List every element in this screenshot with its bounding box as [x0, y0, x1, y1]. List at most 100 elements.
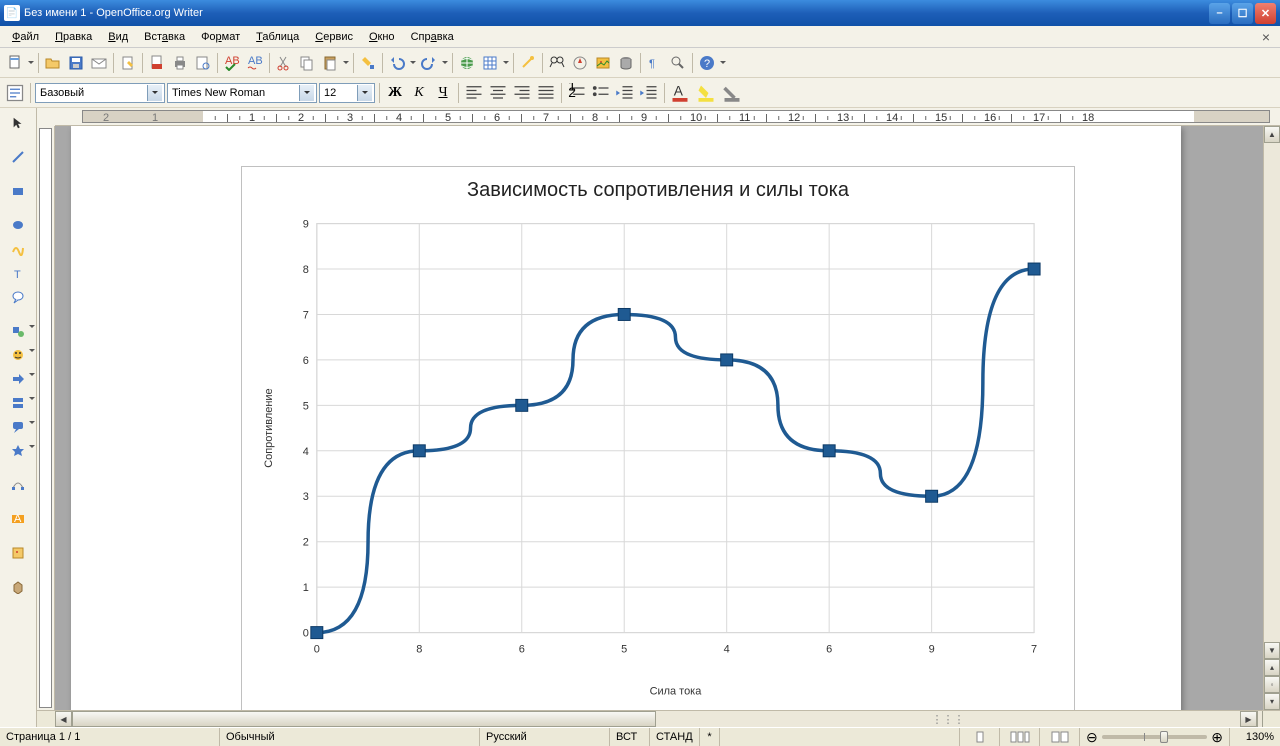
zoom-icon[interactable] — [667, 52, 689, 74]
open-icon[interactable] — [42, 52, 64, 74]
increase-indent-icon[interactable] — [638, 82, 660, 104]
redo-dropdown[interactable] — [441, 58, 449, 67]
extrusion-tool[interactable] — [7, 576, 29, 598]
stars-tool[interactable] — [7, 440, 29, 462]
print-icon[interactable] — [169, 52, 191, 74]
scroll-up-button[interactable]: ▲ — [1264, 126, 1280, 143]
spellcheck-icon[interactable]: ABC — [221, 52, 243, 74]
document-view[interactable]: Зависимость сопротивления и силы тока 01… — [55, 126, 1263, 710]
redo-icon[interactable] — [418, 52, 440, 74]
close-button[interactable]: ✕ — [1255, 3, 1276, 24]
copy-icon[interactable] — [296, 52, 318, 74]
new-dropdown[interactable] — [27, 58, 35, 67]
chart-object[interactable]: Зависимость сопротивления и силы тока 01… — [241, 166, 1075, 710]
maximize-button[interactable]: ☐ — [1232, 3, 1253, 24]
basic-shapes-tool[interactable] — [7, 320, 29, 342]
view-layout-multi[interactable] — [1000, 728, 1040, 746]
table-icon[interactable] — [479, 52, 501, 74]
format-paintbrush-icon[interactable] — [357, 52, 379, 74]
numbered-list-icon[interactable]: 12 — [566, 82, 588, 104]
show-draw-functions-icon[interactable] — [517, 52, 539, 74]
status-insert-mode[interactable]: ВСТ — [610, 728, 650, 746]
text-tool[interactable]: T — [7, 262, 29, 284]
menu-help[interactable]: Справка — [403, 29, 462, 45]
from-file-tool[interactable] — [7, 542, 29, 564]
callout-tool[interactable] — [7, 286, 29, 308]
paste-dropdown[interactable] — [342, 58, 350, 67]
nonprinting-chars-icon[interactable]: ¶ — [644, 52, 666, 74]
status-page[interactable]: Страница 1 / 1 — [0, 728, 220, 746]
nav-prev-page[interactable]: ▴ — [1264, 659, 1280, 676]
menu-tools[interactable]: Сервис — [307, 29, 361, 45]
scroll-right-button[interactable]: ▶ — [1240, 711, 1257, 727]
undo-icon[interactable] — [386, 52, 408, 74]
vertical-scrollbar[interactable]: ▲ ▼ ▴ ◦ ▾ — [1263, 126, 1280, 710]
menu-insert[interactable]: Вставка — [136, 29, 193, 45]
nav-next-page[interactable]: ▾ — [1264, 693, 1280, 710]
close-document-button[interactable]: × — [1256, 29, 1276, 45]
italic-button[interactable]: К — [408, 82, 430, 104]
align-center-icon[interactable] — [487, 82, 509, 104]
status-selection-mode[interactable]: СТАНД — [650, 728, 700, 746]
align-justify-icon[interactable] — [535, 82, 557, 104]
status-signature[interactable] — [720, 728, 960, 746]
edit-file-icon[interactable] — [117, 52, 139, 74]
status-style[interactable]: Обычный — [220, 728, 480, 746]
flowchart-tool[interactable] — [7, 392, 29, 414]
font-name-combo[interactable]: Times New Roman — [167, 83, 317, 103]
new-document-icon[interactable] — [4, 52, 26, 74]
horizontal-ruler[interactable]: 12123456789101112131415161718 — [55, 108, 1280, 126]
points-tool[interactable] — [7, 474, 29, 496]
undo-dropdown[interactable] — [409, 58, 417, 67]
symbol-shapes-tool[interactable] — [7, 344, 29, 366]
toolbar-overflow[interactable] — [719, 58, 727, 67]
export-pdf-icon[interactable] — [146, 52, 168, 74]
menu-window[interactable]: Окно — [361, 29, 403, 45]
font-size-combo[interactable]: 12 — [319, 83, 375, 103]
ellipse-tool[interactable] — [7, 214, 29, 236]
horizontal-scroll-track[interactable]: ⋮⋮⋮ — [72, 711, 1240, 727]
find-replace-icon[interactable] — [546, 52, 568, 74]
fontwork-tool[interactable]: A — [7, 508, 29, 530]
gallery-icon[interactable] — [592, 52, 614, 74]
status-language[interactable]: Русский — [480, 728, 610, 746]
navigator-icon[interactable] — [569, 52, 591, 74]
view-layout-single[interactable] — [960, 728, 1000, 746]
menu-format[interactable]: Формат — [193, 29, 248, 45]
menu-table[interactable]: Таблица — [248, 29, 307, 45]
menu-file[interactable]: Файл — [4, 29, 47, 45]
decrease-indent-icon[interactable] — [614, 82, 636, 104]
email-icon[interactable] — [88, 52, 110, 74]
rectangle-tool[interactable] — [7, 180, 29, 202]
bold-button[interactable]: Ж — [384, 82, 406, 104]
horizontal-scroll-thumb[interactable] — [72, 711, 656, 727]
scroll-down-button[interactable]: ▼ — [1264, 642, 1280, 659]
line-tool[interactable] — [7, 146, 29, 168]
freeform-line-tool[interactable] — [7, 238, 29, 260]
table-dropdown[interactable] — [502, 58, 510, 67]
save-icon[interactable] — [65, 52, 87, 74]
align-left-icon[interactable] — [463, 82, 485, 104]
selection-tool[interactable] — [7, 112, 29, 134]
menu-view[interactable]: Вид — [100, 29, 136, 45]
paragraph-style-combo[interactable]: Базовый — [35, 83, 165, 103]
status-modified[interactable]: * — [700, 728, 720, 746]
font-color-icon[interactable]: A — [669, 82, 691, 104]
vertical-ruler[interactable] — [37, 126, 55, 710]
bullet-list-icon[interactable] — [590, 82, 612, 104]
cut-icon[interactable] — [273, 52, 295, 74]
data-sources-icon[interactable] — [615, 52, 637, 74]
hyperlink-icon[interactable] — [456, 52, 478, 74]
help-icon[interactable]: ? — [696, 52, 718, 74]
zoom-slider[interactable]: ⊖ ⊕ — [1080, 728, 1230, 746]
callouts-tool[interactable] — [7, 416, 29, 438]
scroll-left-button[interactable]: ◀ — [55, 711, 72, 727]
background-color-icon[interactable] — [721, 82, 743, 104]
minimize-button[interactable]: – — [1209, 3, 1230, 24]
block-arrows-tool[interactable] — [7, 368, 29, 390]
zoom-percentage[interactable]: 130% — [1230, 728, 1280, 746]
highlight-color-icon[interactable] — [695, 82, 717, 104]
view-layout-book[interactable] — [1040, 728, 1080, 746]
auto-spellcheck-icon[interactable]: ABC — [244, 52, 266, 74]
paste-icon[interactable] — [319, 52, 341, 74]
